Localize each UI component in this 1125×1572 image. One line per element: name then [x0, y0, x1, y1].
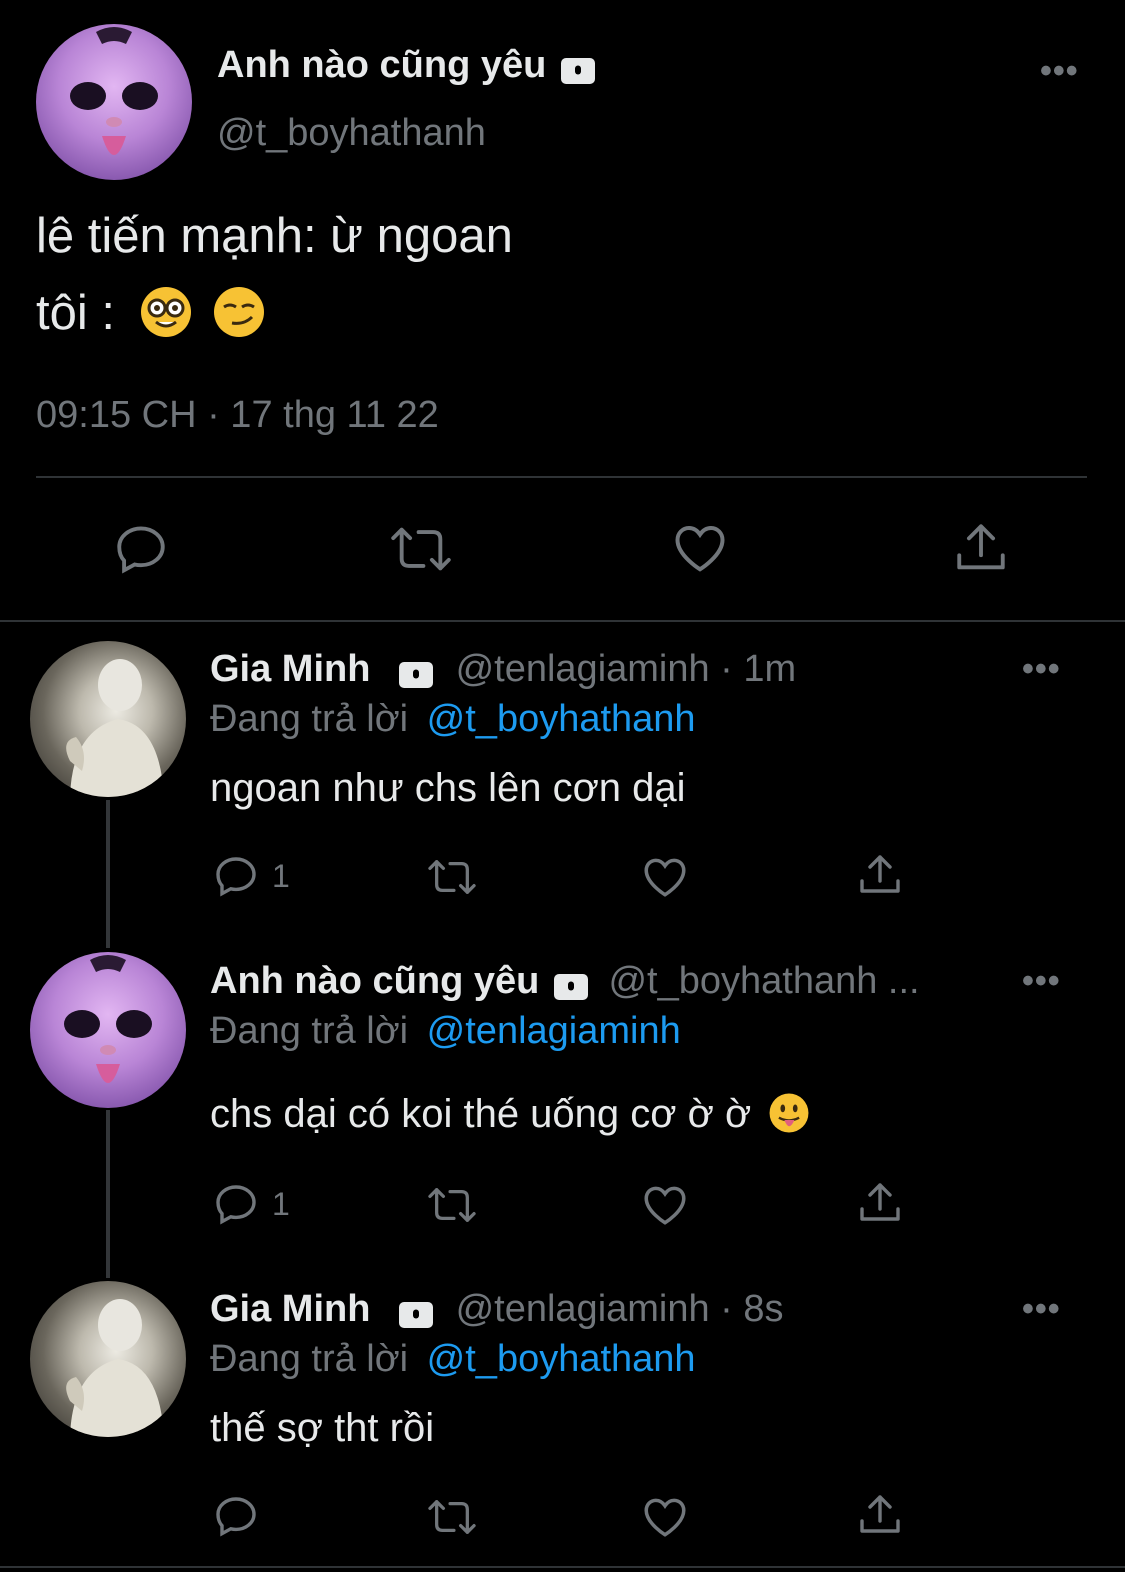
- retweet-icon[interactable]: [424, 854, 480, 900]
- main-tweet-handle[interactable]: @t_boyhathanh: [217, 112, 486, 155]
- mention-link[interactable]: @t_boyhathanh: [427, 698, 696, 740]
- lock-icon: [553, 973, 588, 1000]
- smirk-face-emoji-icon: [214, 287, 265, 338]
- share-icon[interactable]: [856, 850, 904, 900]
- lock-icon: [399, 1301, 434, 1328]
- divider: [0, 1566, 1125, 1568]
- like-icon[interactable]: [640, 1180, 690, 1230]
- cat-face-image: [64, 955, 152, 1083]
- share-icon[interactable]: [856, 1490, 904, 1540]
- mention-link[interactable]: @tenlagiaminh: [427, 1010, 681, 1052]
- more-options-icon[interactable]: •••: [1022, 964, 1061, 998]
- more-options-icon[interactable]: •••: [1022, 1292, 1061, 1326]
- retweet-icon[interactable]: [424, 1494, 480, 1540]
- cat-face-image: [70, 27, 158, 155]
- replying-to-line: Đang trả lời @tenlagiaminh: [210, 1010, 681, 1052]
- lock-icon: [399, 661, 434, 688]
- like-icon[interactable]: [670, 518, 730, 578]
- share-icon[interactable]: [952, 518, 1010, 578]
- reply-avatar[interactable]: [30, 641, 186, 797]
- person-photo-image: [66, 1299, 164, 1437]
- reply-icon[interactable]: [112, 520, 170, 578]
- tongue-face-emoji-icon: [769, 1093, 809, 1133]
- thread-line: [106, 1110, 110, 1278]
- main-tweet-display-name[interactable]: Anh nào cũng yêu: [217, 44, 595, 87]
- main-tweet-text-line2: tôi :: [36, 285, 266, 341]
- reply-display-name[interactable]: Gia Minh @tenlagiaminh · 8s: [210, 1288, 784, 1331]
- reply-text: chs dại có koi thé uống cơ ờ ờ: [210, 1092, 810, 1137]
- reply-avatar[interactable]: [30, 1281, 186, 1437]
- thread-line: [106, 800, 110, 948]
- retweet-icon[interactable]: [424, 1182, 480, 1228]
- reply-display-name[interactable]: Gia Minh @tenlagiaminh · 1m: [210, 648, 796, 691]
- reply-text: thế sợ tht rồi: [210, 1406, 435, 1450]
- reply-icon[interactable]: [212, 1492, 260, 1540]
- replying-to-line: Đang trả lời @t_boyhathanh: [210, 698, 696, 740]
- main-tweet-timestamp[interactable]: 09:15 CH · 17 thg 11 22: [36, 394, 439, 437]
- like-icon[interactable]: [640, 852, 690, 902]
- retweet-icon[interactable]: [388, 520, 454, 578]
- reply-icon[interactable]: [212, 1180, 260, 1228]
- more-options-icon[interactable]: •••: [1040, 54, 1079, 88]
- divider: [0, 620, 1125, 622]
- replying-to-line: Đang trả lời @t_boyhathanh: [210, 1338, 696, 1380]
- nerd-face-emoji-icon: [140, 287, 191, 338]
- like-icon[interactable]: [640, 1492, 690, 1542]
- main-tweet-avatar[interactable]: [36, 24, 192, 180]
- reply-text: ngoan như chs lên cơn dại: [210, 766, 686, 810]
- lock-icon: [560, 57, 595, 84]
- reply-display-name[interactable]: Anh nào cũng yêu @t_boyhathanh ...: [210, 960, 920, 1003]
- reply-icon[interactable]: [212, 852, 260, 900]
- reply-avatar[interactable]: [30, 952, 186, 1108]
- main-tweet-text-line1: lê tiến mạnh: ừ ngoan: [36, 209, 513, 263]
- reply-count: 1: [272, 858, 290, 894]
- divider: [36, 476, 1087, 478]
- more-options-icon[interactable]: •••: [1022, 652, 1061, 686]
- reply-count: 1: [272, 1186, 290, 1222]
- person-photo-image: [66, 659, 164, 797]
- mention-link[interactable]: @t_boyhathanh: [427, 1338, 696, 1380]
- share-icon[interactable]: [856, 1178, 904, 1228]
